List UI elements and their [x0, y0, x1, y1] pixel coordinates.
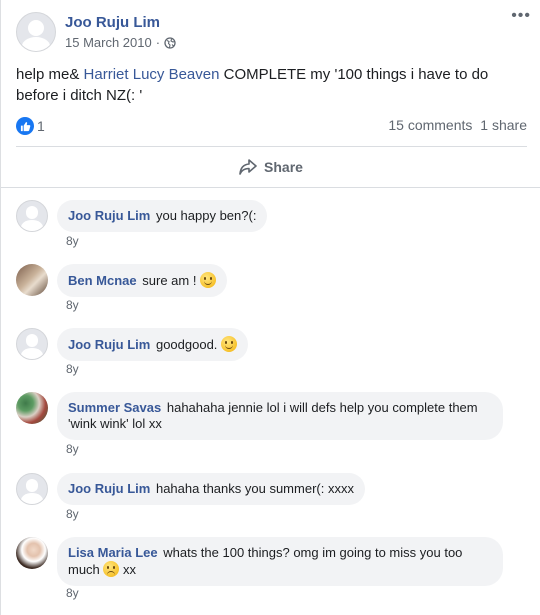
post-meta: 15 March 2010 ·	[65, 35, 176, 50]
comment-timestamp[interactable]: 8y	[66, 586, 79, 600]
commenter-avatar[interactable]	[16, 200, 48, 232]
share-button[interactable]: Share	[1, 152, 540, 182]
comment-timestamp[interactable]: 8y	[66, 298, 79, 312]
post-card: Joo Ruju Lim 15 March 2010 · ••• help me…	[0, 0, 540, 615]
meta-separator: ·	[155, 35, 161, 50]
comment-bubble: Joo Ruju Lim hahaha thanks you summer(: …	[57, 473, 365, 505]
like-count: 1	[37, 118, 45, 134]
comment-text: hahaha thanks you summer(: xxxx	[155, 481, 354, 496]
author-avatar[interactable]	[16, 12, 56, 52]
comment-text: sure am !	[142, 273, 197, 288]
comments-count[interactable]: 15 comments	[388, 117, 472, 133]
comment-timestamp[interactable]: 8y	[66, 234, 79, 248]
post-text-start: help me&	[16, 66, 84, 83]
comment-item: Summer Savas hahahaha jennie lol i will …	[16, 392, 503, 440]
comment-text: you happy ben?(:	[155, 208, 257, 223]
like-icon	[16, 117, 34, 135]
mention-link[interactable]: Harriet Lucy Beaven	[84, 66, 220, 83]
commenter-avatar[interactable]	[16, 328, 48, 360]
reactions-summary[interactable]: 1	[16, 117, 45, 135]
commenter-name[interactable]: Lisa Maria Lee	[68, 545, 158, 560]
share-label: Share	[264, 159, 303, 175]
commenter-name[interactable]: Joo Ruju Lim	[68, 481, 150, 496]
comment-item: Ben Mcnae sure am !	[16, 264, 228, 297]
globe-icon	[164, 36, 176, 49]
share-icon	[239, 159, 257, 175]
commenter-name[interactable]: Joo Ruju Lim	[68, 208, 150, 223]
smile-emoji-icon	[200, 272, 217, 288]
comment-timestamp[interactable]: 8y	[66, 362, 79, 376]
commenter-name[interactable]: Joo Ruju Lim	[68, 337, 150, 352]
comment-bubble: Lisa Maria Lee whats the 100 things? omg…	[57, 537, 503, 586]
comment-item: Joo Ruju Lim hahaha thanks you summer(: …	[16, 473, 365, 505]
sad-emoji-icon	[103, 561, 120, 577]
more-options-icon[interactable]: •••	[511, 8, 531, 24]
commenter-avatar[interactable]	[16, 392, 48, 424]
smile-emoji-icon	[221, 336, 238, 352]
engagement-counts: 15 comments 1 share	[388, 117, 527, 133]
commenter-avatar[interactable]	[16, 537, 48, 569]
post-date[interactable]: 15 March 2010	[65, 35, 152, 50]
author-block: Joo Ruju Lim 15 March 2010 ·	[65, 14, 176, 50]
author-name[interactable]: Joo Ruju Lim	[65, 14, 176, 32]
comment-bubble: Ben Mcnae sure am !	[57, 264, 228, 297]
post-header: Joo Ruju Lim 15 March 2010 ·	[16, 12, 176, 52]
comment-bubble: Joo Ruju Lim you happy ben?(:	[57, 200, 268, 232]
post-text: help me& Harriet Lucy Beaven COMPLETE my…	[16, 64, 521, 106]
comment-item: Joo Ruju Lim goodgood.	[16, 328, 249, 361]
divider	[1, 187, 540, 188]
comment-timestamp[interactable]: 8y	[66, 442, 79, 456]
comment-item: Lisa Maria Lee whats the 100 things? omg…	[16, 537, 503, 586]
comment-timestamp[interactable]: 8y	[66, 507, 79, 521]
comment-text: goodgood.	[155, 337, 218, 352]
comment-bubble: Joo Ruju Lim goodgood.	[57, 328, 249, 361]
commenter-avatar[interactable]	[16, 264, 48, 296]
comment-bubble: Summer Savas hahahaha jennie lol i will …	[57, 392, 503, 440]
divider	[16, 146, 527, 147]
commenter-avatar[interactable]	[16, 473, 48, 505]
commenter-name[interactable]: Ben Mcnae	[68, 273, 137, 288]
commenter-name[interactable]: Summer Savas	[68, 400, 161, 415]
shares-count[interactable]: 1 share	[480, 117, 527, 133]
comment-text-end: xx	[123, 562, 137, 577]
comment-item: Joo Ruju Lim you happy ben?(:	[16, 200, 268, 232]
